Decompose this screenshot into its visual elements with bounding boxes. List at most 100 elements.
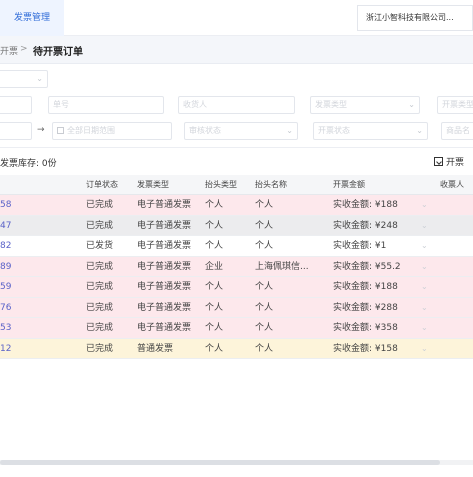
invoice-amount: 实收金额: ¥188 bbox=[333, 277, 413, 297]
invoice-type: 电子普通发票 bbox=[137, 318, 201, 338]
issue-invoice-label: 开票 bbox=[446, 158, 464, 168]
billing-type-select[interactable]: 开票类型 bbox=[437, 96, 473, 114]
header-name: 个人 bbox=[255, 318, 315, 338]
chevron-down-icon[interactable]: ⌄ bbox=[421, 339, 433, 359]
order-number-input[interactable]: 单号 bbox=[48, 96, 164, 114]
col-order-status: 订单状态 bbox=[86, 175, 126, 195]
header-type: 个人 bbox=[205, 339, 245, 359]
order-id[interactable]: 47 bbox=[0, 216, 20, 236]
table-row[interactable]: 89 已完成电子普通发票企业上海佩琪信... 实收金额: ¥55.2 ⌄ bbox=[0, 257, 473, 278]
filter-select-1[interactable]: ⌄ bbox=[0, 70, 48, 88]
breadcrumb-parent[interactable]: 开票 bbox=[0, 44, 18, 57]
order-id[interactable]: 12 bbox=[0, 339, 20, 359]
col-invoice-type: 发票类型 bbox=[137, 175, 201, 195]
receiver-input[interactable]: 收货人 bbox=[178, 96, 295, 114]
invoice-type: 电子普通发票 bbox=[137, 236, 201, 256]
table-row[interactable]: 58已完成电子普通发票个人个人实收金额: ¥188⌄ bbox=[0, 195, 473, 216]
date-range-arrow: → bbox=[37, 125, 45, 135]
divider bbox=[0, 147, 473, 148]
page-title: 待开票订单 bbox=[33, 43, 83, 58]
calendar-icon bbox=[57, 127, 64, 134]
table-row[interactable]: 76已完成电子普通发票个人个人实收金额: ¥288⌄ bbox=[0, 298, 473, 319]
invoice-amount: 实收金额: ¥158 bbox=[333, 339, 413, 359]
invoice-type-select[interactable]: 发票类型⌄ bbox=[310, 96, 420, 114]
date-range-input[interactable]: 全部日期范围 bbox=[52, 122, 172, 140]
order-status: 已完成 bbox=[86, 216, 126, 236]
order-status: 已完成 bbox=[86, 318, 126, 338]
order-id[interactable]: 53 bbox=[0, 318, 20, 338]
order-id[interactable]: 89 bbox=[0, 257, 20, 277]
invoice-type: 普通发票 bbox=[137, 339, 201, 359]
chevron-down-icon[interactable]: ⌄ bbox=[421, 298, 433, 318]
table-header: 订单状态 发票类型 抬头类型 抬头名称 开票金额 收票人 bbox=[0, 175, 473, 195]
invoice-amount: 实收金额: ¥55.2 bbox=[333, 257, 413, 277]
chevron-down-icon: ⌄ bbox=[286, 123, 293, 139]
invoice-amount: 实收金额: ¥1 bbox=[333, 236, 413, 256]
header-name: 个人 bbox=[255, 298, 315, 318]
header-name: 上海佩琪信... bbox=[255, 257, 315, 277]
chevron-down-icon[interactable]: ⌄ bbox=[421, 216, 433, 236]
invoice-stock-value: 0份 bbox=[42, 159, 57, 169]
chevron-down-icon[interactable]: ⌄ bbox=[421, 236, 433, 256]
col-receiver: 收票人 bbox=[440, 175, 473, 195]
table-row[interactable]: 82已发货电子普通发票个人个人实收金额: ¥1⌄ bbox=[0, 236, 473, 257]
horizontal-scrollbar-thumb[interactable] bbox=[0, 460, 440, 465]
order-status: 已完成 bbox=[86, 277, 126, 297]
chevron-down-icon: ⌄ bbox=[408, 97, 415, 113]
download-icon bbox=[434, 157, 443, 166]
invoice-amount: 实收金额: ¥358 bbox=[333, 318, 413, 338]
order-status: 已发货 bbox=[86, 236, 126, 256]
invoice-amount: 实收金额: ¥188 bbox=[333, 195, 413, 215]
invoice-type: 电子普通发票 bbox=[137, 298, 201, 318]
header-type: 个人 bbox=[205, 298, 245, 318]
orders-table: 订单状态 发票类型 抬头类型 抬头名称 开票金额 收票人 58已完成电子普通发票… bbox=[0, 175, 473, 359]
order-id[interactable]: 59 bbox=[0, 277, 20, 297]
invoice-type: 电子普通发票 bbox=[137, 216, 201, 236]
header-type: 企业 bbox=[205, 257, 245, 277]
table-row[interactable]: 53已完成电子普通发票个人个人实收金额: ¥358⌄ bbox=[0, 318, 473, 339]
table-row[interactable]: 47已完成电子普通发票个人个人实收金额: ¥248⌄ bbox=[0, 216, 473, 237]
table-row[interactable]: 59已完成电子普通发票个人个人实收金额: ¥188⌄ bbox=[0, 277, 473, 298]
header-name: 个人 bbox=[255, 236, 315, 256]
invoice-amount: 实收金额: ¥288 bbox=[333, 298, 413, 318]
header-type: 个人 bbox=[205, 195, 245, 215]
issue-invoice-button[interactable]: 开票 bbox=[434, 155, 464, 168]
invoice-type: 电子普通发票 bbox=[137, 195, 201, 215]
col-header-type: 抬头类型 bbox=[205, 175, 245, 195]
chevron-down-icon[interactable]: ⌄ bbox=[421, 257, 433, 277]
date-start-input[interactable] bbox=[0, 122, 32, 140]
chevron-down-icon[interactable]: ⌄ bbox=[421, 195, 433, 215]
order-status: 已完成 bbox=[86, 195, 126, 215]
filter-input-0[interactable] bbox=[0, 96, 32, 114]
header-name: 个人 bbox=[255, 277, 315, 297]
header-name: 个人 bbox=[255, 195, 315, 215]
billing-status-select[interactable]: 开票状态⌄ bbox=[313, 122, 428, 140]
table-row[interactable]: 12已完成普通发票个人个人实收金额: ¥158⌄ bbox=[0, 339, 473, 360]
product-name-input[interactable]: 商品名 bbox=[441, 122, 473, 140]
order-status: 已完成 bbox=[86, 298, 126, 318]
header-type: 个人 bbox=[205, 277, 245, 297]
order-status: 已完成 bbox=[86, 257, 126, 277]
invoice-stock-label: 发票库存: bbox=[0, 159, 39, 169]
chevron-down-icon[interactable]: ⌄ bbox=[421, 318, 433, 338]
order-id[interactable]: 76 bbox=[0, 298, 20, 318]
chevron-down-icon[interactable]: ⌄ bbox=[421, 277, 433, 297]
chevron-down-icon: ⌄ bbox=[36, 71, 43, 87]
invoice-type: 电子普通发票 bbox=[137, 277, 201, 297]
top-bar: 发票管理 浙江小智科技有限公司... bbox=[0, 0, 473, 36]
order-id[interactable]: 58 bbox=[0, 195, 20, 215]
breadcrumb-separator: > bbox=[20, 44, 28, 54]
invoice-type: 电子普通发票 bbox=[137, 257, 201, 277]
order-id[interactable]: 82 bbox=[0, 236, 20, 256]
header-type: 个人 bbox=[205, 236, 245, 256]
col-header-name: 抬头名称 bbox=[255, 175, 315, 195]
company-selector[interactable]: 浙江小智科技有限公司... bbox=[357, 5, 473, 31]
table-body: 58已完成电子普通发票个人个人实收金额: ¥188⌄47已完成电子普通发票个人个… bbox=[0, 195, 473, 359]
col-invoice-amount: 开票金额 bbox=[333, 175, 413, 195]
chevron-down-icon: ⌄ bbox=[416, 123, 423, 139]
invoice-amount: 实收金额: ¥248 bbox=[333, 216, 413, 236]
order-status: 已完成 bbox=[86, 339, 126, 359]
review-status-select[interactable]: 审核状态⌄ bbox=[184, 122, 298, 140]
breadcrumb: 开票 > 待开票订单 bbox=[0, 36, 473, 64]
tab-invoice-management[interactable]: 发票管理 bbox=[0, 0, 64, 36]
